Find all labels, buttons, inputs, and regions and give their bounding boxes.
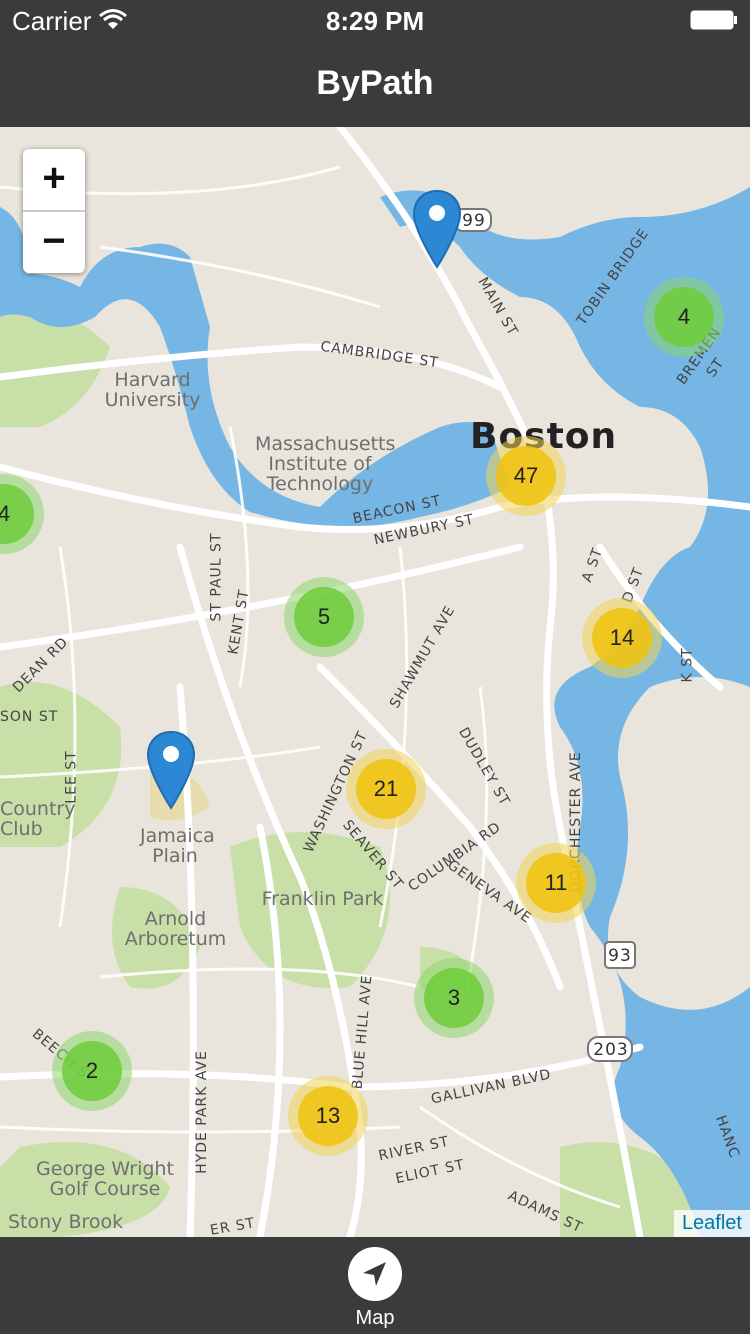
- cluster-count: 2: [62, 1041, 122, 1101]
- cluster-marker[interactable]: 21: [346, 749, 426, 829]
- status-time: 8:29 PM: [325, 6, 425, 36]
- cluster-count: 11: [526, 853, 586, 913]
- attribution-link[interactable]: Leaflet: [673, 1210, 750, 1237]
- navigation-bar: ByPath: [0, 40, 750, 127]
- zoom-in-button[interactable]: +: [23, 149, 85, 212]
- place-label-stony-brook: Stony Brook: [8, 1211, 124, 1233]
- location-arrow-icon: [348, 1247, 402, 1301]
- street-label: K ST: [679, 647, 696, 683]
- status-bar: Carrier 8:29 PM: [0, 0, 750, 40]
- place-label-country-club: Country Club: [0, 798, 76, 840]
- cluster-marker[interactable]: 4: [644, 277, 724, 357]
- cluster-marker[interactable]: 47: [486, 436, 566, 516]
- cluster-count: 21: [356, 759, 416, 819]
- cluster-marker[interactable]: 5: [284, 577, 364, 657]
- cluster-marker[interactable]: 2: [52, 1031, 132, 1111]
- cluster-marker[interactable]: 11: [516, 843, 596, 923]
- route-shield-93: 93: [608, 946, 632, 966]
- cluster-count: 5: [294, 587, 354, 647]
- cluster-count: 4: [654, 287, 714, 347]
- tab-bar: Map: [0, 1237, 750, 1334]
- cluster-count: 3: [424, 968, 484, 1028]
- place-label-jamaica-plain: Jamaica Plain: [140, 825, 215, 867]
- street-label: LEE ST: [63, 750, 80, 804]
- cluster-marker[interactable]: 14: [582, 598, 662, 678]
- place-label-george-wright: George Wright Golf Course: [36, 1158, 174, 1200]
- battery-icon: [690, 10, 737, 30]
- street-label: HYDE PARK AVE: [193, 1050, 210, 1174]
- cluster-count: 14: [592, 608, 652, 668]
- tab-map[interactable]: Map: [325, 1247, 425, 1332]
- cluster-count: 4: [0, 484, 34, 544]
- street-label: SON ST: [0, 709, 59, 725]
- place-label-franklin-park: Franklin Park: [261, 888, 384, 910]
- nav-title: ByPath: [316, 64, 434, 102]
- cluster-count: 47: [496, 446, 556, 506]
- route-shield-99: 99: [462, 211, 486, 231]
- place-label-harvard: Harvard University: [104, 369, 201, 411]
- map-pin-icon[interactable]: [412, 189, 462, 271]
- place-label-mit: Massachusetts Institute of Technology: [255, 433, 396, 495]
- map-pin-icon[interactable]: [146, 730, 196, 812]
- cluster-marker[interactable]: 3: [414, 958, 494, 1038]
- zoom-control: + −: [23, 149, 85, 273]
- street-label: ST PAUL ST: [208, 532, 225, 622]
- cluster-marker[interactable]: 13: [288, 1076, 368, 1156]
- tab-label: Map: [355, 1307, 395, 1329]
- cluster-count: 13: [298, 1086, 358, 1146]
- map-view[interactable]: 99 93 203 Boston Harvard University Mass…: [0, 127, 750, 1237]
- zoom-out-button[interactable]: −: [23, 212, 85, 273]
- place-label-arnold-arboretum: Arnold Arboretum: [124, 908, 227, 950]
- route-shield-203: 203: [593, 1040, 629, 1060]
